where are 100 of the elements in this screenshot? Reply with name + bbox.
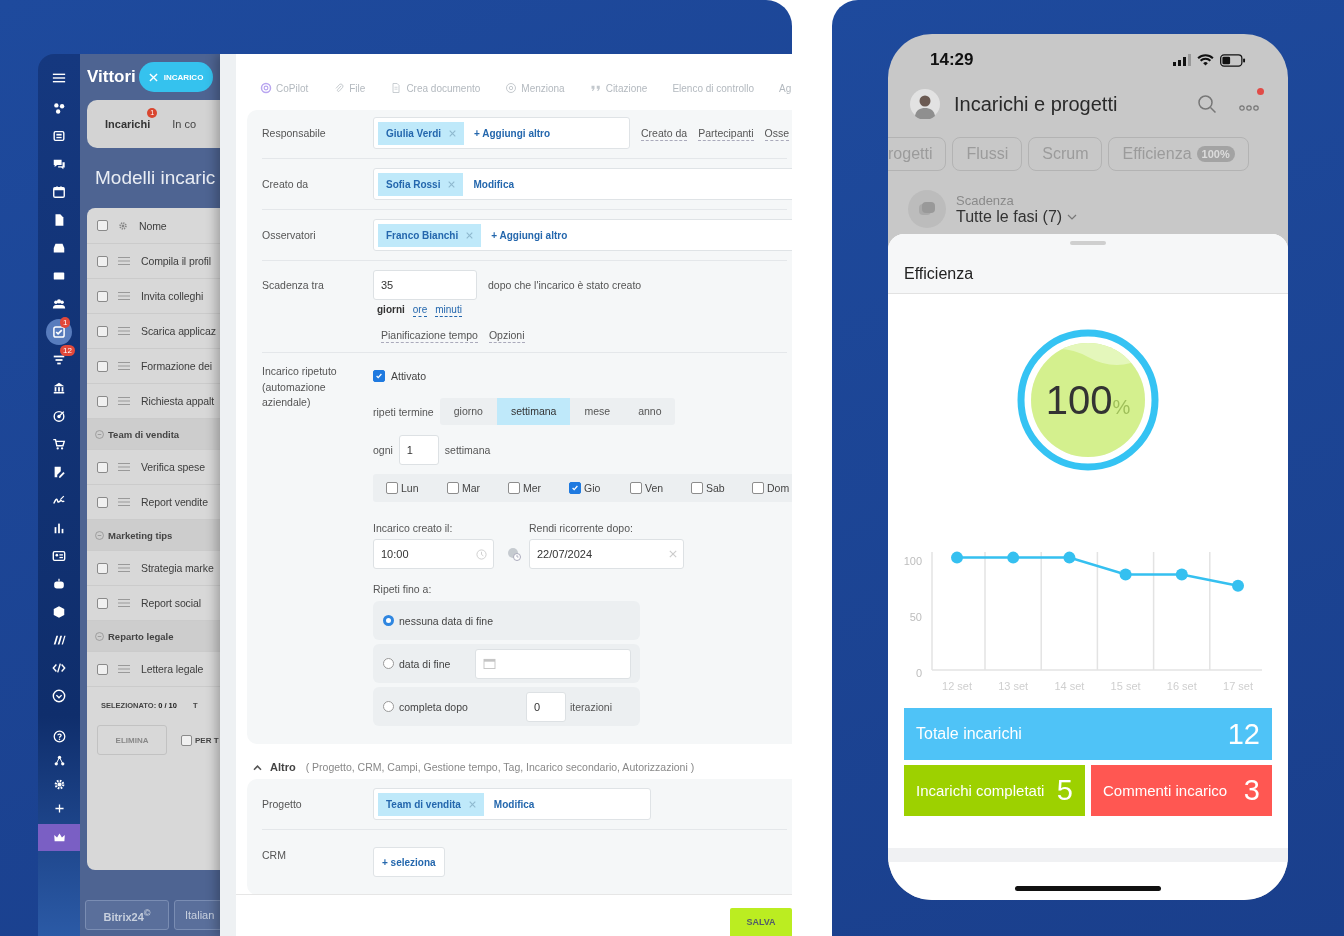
cart-icon[interactable]: [52, 437, 66, 451]
user-tag[interactable]: Sofia Rossi: [378, 172, 464, 196]
field-link[interactable]: Partecipanti: [698, 127, 754, 141]
unit-option[interactable]: minuti: [435, 304, 462, 317]
template-name[interactable]: Report social: [141, 597, 201, 609]
menu-icon[interactable]: [52, 71, 66, 85]
nodes-icon[interactable]: [52, 753, 66, 767]
nodes-icon[interactable]: [52, 101, 66, 115]
drag-handle-icon[interactable]: [118, 598, 130, 608]
period-tab[interactable]: mese: [570, 398, 625, 425]
drag-handle-icon[interactable]: [118, 291, 130, 301]
template-name[interactable]: Formazione dei: [141, 360, 212, 372]
select-button[interactable]: + seleziona: [373, 847, 445, 877]
template-name[interactable]: Richiesta appalt: [141, 395, 215, 407]
tray-icon[interactable]: [52, 241, 66, 255]
contact-card-icon[interactable]: [52, 549, 66, 563]
remove-icon[interactable]: [448, 180, 456, 188]
checkbox[interactable]: [97, 220, 108, 231]
signature-icon[interactable]: [52, 493, 66, 507]
tab[interactable]: In co: [172, 118, 197, 130]
unit-option[interactable]: giorni: [377, 304, 405, 317]
code-icon[interactable]: [52, 661, 66, 675]
unit-option[interactable]: ore: [412, 304, 428, 317]
stage-filter[interactable]: Tutte le fasi (7): [956, 207, 1078, 226]
field-link[interactable]: Osse: [764, 127, 790, 141]
period-tab[interactable]: giorno: [439, 398, 497, 425]
add-link[interactable]: Modifica: [473, 178, 515, 190]
template-name[interactable]: Scarica applicaz: [141, 325, 216, 337]
people-field[interactable]: Sofia Rossi Modifica: [373, 168, 792, 200]
drag-handle-icon[interactable]: [118, 396, 130, 406]
radio-option[interactable]: nessuna data di fine: [383, 614, 493, 627]
avatar-icon[interactable]: [910, 89, 940, 119]
day-checkbox[interactable]: Ven: [617, 482, 678, 494]
day-checkbox[interactable]: Dom: [739, 482, 792, 494]
add-link[interactable]: + Aggiungi altro: [491, 229, 568, 241]
period-tab[interactable]: anno: [624, 398, 676, 425]
checkbox[interactable]: [97, 663, 108, 675]
period-tab[interactable]: settimana: [496, 398, 571, 425]
checkbox[interactable]: [97, 461, 108, 473]
checkbox[interactable]: [97, 395, 108, 407]
day-checkbox[interactable]: Lun: [373, 482, 434, 494]
checkbox-icon[interactable]: [46, 319, 72, 345]
field-link[interactable]: Creato da: [641, 127, 688, 141]
drag-handle-icon[interactable]: [118, 256, 130, 266]
add-link[interactable]: + Aggiungi altro: [474, 127, 551, 139]
number-field[interactable]: 0: [525, 691, 566, 722]
project-tag[interactable]: Team di vendita: [378, 792, 484, 816]
date-field[interactable]: [475, 648, 631, 679]
sheet-handle[interactable]: [1070, 241, 1106, 245]
stripes-icon[interactable]: [52, 633, 66, 647]
checkbox[interactable]: [97, 290, 108, 302]
drag-handle-icon[interactable]: [118, 664, 130, 674]
help-icon[interactable]: [52, 729, 66, 743]
drag-handle-icon[interactable]: [118, 361, 130, 371]
chevron-down-icon[interactable]: [52, 689, 66, 703]
drag-handle-icon[interactable]: [118, 462, 130, 472]
checkbox[interactable]: [97, 562, 108, 574]
building-icon[interactable]: [52, 381, 66, 395]
checkbox[interactable]: [97, 597, 108, 609]
bar-chart-icon[interactable]: [52, 521, 66, 535]
drag-handle-icon[interactable]: [118, 497, 130, 507]
chevron-up-icon[interactable]: [253, 763, 262, 771]
settings-icon[interactable]: [52, 777, 66, 791]
apply-all-checkbox[interactable]: PER T: [181, 734, 219, 746]
template-name[interactable]: Verifica spese: [141, 461, 205, 473]
template-name[interactable]: Lettera legale: [141, 663, 204, 675]
section-toggle[interactable]: Altro: [270, 761, 296, 773]
target-icon[interactable]: [52, 409, 66, 423]
radio-option[interactable]: data di fine: [383, 657, 451, 670]
user-tag[interactable]: Franco Bianchi: [378, 223, 482, 247]
drag-handle-icon[interactable]: [118, 326, 130, 336]
project-field[interactable]: Team di vendita Modifica: [373, 788, 651, 820]
day-checkbox[interactable]: Mar: [434, 482, 495, 494]
day-checkbox[interactable]: Mer: [495, 482, 556, 494]
field-link[interactable]: Opzioni: [488, 329, 525, 343]
checkbox[interactable]: [97, 255, 108, 267]
date-field[interactable]: 22/07/2024: [529, 539, 684, 569]
template-name[interactable]: Report vendite: [141, 496, 208, 508]
remove-icon[interactable]: [449, 129, 457, 137]
people-field[interactable]: Franco Bianchi + Aggiungi altro: [373, 219, 792, 251]
newspaper-icon[interactable]: [52, 129, 66, 143]
robot-icon[interactable]: [52, 577, 66, 591]
people-field[interactable]: Giulia Verdi + Aggiungi altro: [373, 117, 630, 149]
number-field[interactable]: 1: [398, 435, 439, 465]
drag-handle-icon[interactable]: [118, 563, 130, 573]
edit-link[interactable]: Modifica: [493, 798, 535, 810]
template-name[interactable]: Invita colleghi: [141, 290, 204, 302]
filter-icon[interactable]: [52, 353, 66, 367]
people-icon[interactable]: [52, 297, 66, 311]
plus-icon[interactable]: [52, 801, 66, 815]
save-button[interactable]: SALVA: [730, 908, 792, 936]
template-name[interactable]: Strategia marke: [141, 562, 214, 574]
user-tag[interactable]: Giulia Verdi: [378, 121, 465, 145]
tab[interactable]: Incarichi: [105, 118, 151, 130]
search-icon[interactable]: [1197, 94, 1217, 114]
collapse-icon[interactable]: [95, 530, 104, 540]
checkbox[interactable]: [97, 360, 108, 372]
remove-icon[interactable]: [468, 800, 476, 808]
radio-option[interactable]: completa dopo: [383, 700, 468, 713]
crown-icon[interactable]: [52, 831, 66, 844]
